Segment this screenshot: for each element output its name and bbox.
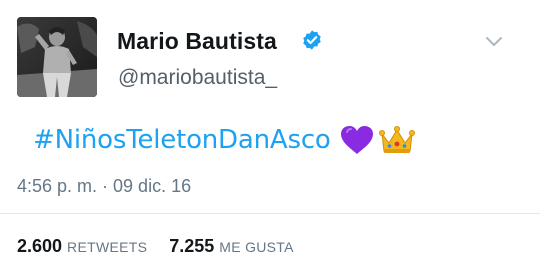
retweets-label: RETWEETS (67, 239, 148, 255)
display-name[interactable]: Mario Bautista (117, 28, 277, 55)
chevron-down-icon[interactable] (481, 30, 507, 52)
retweets-count: 2.600 (17, 236, 63, 256)
user-handle[interactable]: @mariobautista_ (118, 66, 277, 90)
divider (0, 213, 540, 214)
avatar[interactable] (17, 17, 97, 97)
hashtag-link[interactable]: #NiñosTeletonDanAsco (33, 125, 331, 155)
retweets-stat[interactable]: 2.600 RETWEETS (17, 236, 147, 257)
likes-label: ME GUSTA (219, 239, 294, 255)
verified-badge-icon (303, 30, 321, 50)
crown-icon (378, 126, 415, 153)
purple-heart-icon (340, 126, 373, 154)
likes-stat[interactable]: 7.255 ME GUSTA (169, 236, 294, 257)
likes-count: 7.255 (169, 236, 215, 256)
tweet-stats: 2.600 RETWEETS 7.255 ME GUSTA (17, 236, 294, 257)
tweet-card: Mario Bautista @mariobautista_ #NiñosTel… (0, 0, 540, 277)
profile-photo-icon (17, 17, 97, 97)
tweet-text: #NiñosTeletonDanAsco (33, 120, 416, 160)
tweet-timestamp[interactable]: 4:56 p. m. · 09 dic. 16 (17, 176, 191, 197)
